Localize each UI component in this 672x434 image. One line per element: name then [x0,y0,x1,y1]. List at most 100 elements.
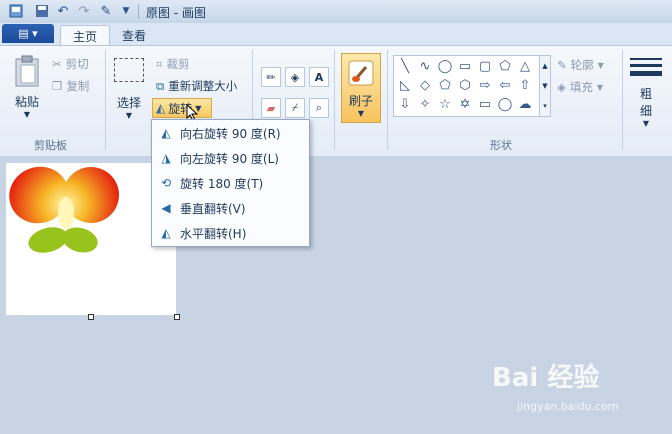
fill-label: 填充 [569,80,593,94]
line-shape-icon[interactable]: ╲ [396,57,414,75]
down-arrow-shape-icon[interactable]: ⇩ [396,95,414,113]
flip-vertical-item[interactable]: ◀ 垂直翻转(V) [152,196,309,220]
menu-item-label: 水平翻转(H) [180,226,247,241]
tab-view[interactable]: 查看 [110,25,158,45]
copy-icon: ❐ [52,79,63,93]
scroll-up-icon[interactable]: ▲ [542,62,547,70]
cloud-callout-icon[interactable]: ☁ [516,95,534,113]
eraser-icon[interactable]: ▰ [261,98,281,118]
oval-callout-icon[interactable]: ◯ [496,95,514,113]
shapes-group-label: 形状 [490,139,512,152]
menu-item-label: 垂直翻转(V) [180,201,246,216]
resize-handle-corner[interactable] [174,314,180,320]
quick-access-dropdown-icon[interactable]: ▼ [118,3,134,19]
select-button[interactable]: 选择 ▼ [112,58,146,120]
flip-horizontal-icon: ◭ [161,226,171,240]
resize-button[interactable]: ⧉ 重新调整大小 [156,78,237,94]
brush-button[interactable]: 刷子 ▼ [341,53,381,123]
up-arrow-shape-icon[interactable]: ⇧ [516,76,534,94]
undo-icon[interactable]: ↶ [55,3,71,19]
crop-icon: ⌗ [156,56,163,71]
right-triangle-shape-icon[interactable]: ◺ [396,76,414,94]
triangle-shape-icon[interactable]: △ [516,57,534,75]
rotate-left-icon: ◮ [161,151,171,165]
six-point-star-icon[interactable]: ✡ [456,95,474,113]
crop-label: 裁剪 [166,57,190,71]
crop-button[interactable]: ⌗ 裁剪 [156,56,189,72]
four-point-star-icon[interactable]: ✧ [416,95,434,113]
group-separator [387,50,388,150]
color-picker-icon[interactable]: ⌿ [285,98,305,118]
size-dropdown-icon: ▼ [642,119,650,128]
rotate-right-90-item[interactable]: ◭ 向右旋转 90 度(R) [152,121,309,145]
right-arrow-shape-icon[interactable]: ⇨ [476,76,494,94]
pencil-icon[interactable]: ✏ [261,67,281,87]
size-button[interactable]: 粗 细 ▼ [628,57,664,128]
save-icon[interactable] [34,3,50,19]
baidu-watermark: Bai 经验 [492,363,600,393]
rotate-icon: ◭ [156,101,166,115]
shapes-scrollbar[interactable]: ▲ ▼ ▾ [539,55,551,117]
polygon-shape-icon[interactable]: ⬠ [496,57,514,75]
scissors-icon: ✂ [52,57,62,71]
rotate-menu: ◭ 向右旋转 90 度(R) ◮ 向左旋转 90 度(L) ⟲ 旋转 180 度… [151,119,310,247]
group-separator [622,50,623,150]
brush-label: 刷子 [348,94,373,108]
magnifier-icon[interactable]: ⌕ [309,98,329,118]
baidu-watermark-url: jingyan.baidu.com [517,400,619,413]
gallery-expand-icon[interactable]: ▾ [543,102,547,110]
oval-shape-icon[interactable]: ◯ [436,57,454,75]
cut-button[interactable]: ✂ 剪切 [52,56,89,72]
title-divider [138,4,139,19]
five-point-star-icon[interactable]: ☆ [436,95,454,113]
resize-icon: ⧉ [156,78,165,93]
line-size-icon [630,58,662,76]
app-icon[interactable] [8,3,24,19]
flip-horizontal-item[interactable]: ◭ 水平翻转(H) [152,221,309,245]
cut-label: 剪切 [65,57,89,71]
rounded-rectangle-shape-icon[interactable]: ▢ [476,57,494,75]
copy-label: 复制 [66,79,90,93]
fill-button[interactable]: ◈ 填充 ▼ [557,79,603,95]
menu-item-label: 旋转 180 度(T) [180,176,264,191]
fill-dropdown-icon: ▼ [596,82,604,92]
tab-home[interactable]: 主页 [60,25,111,46]
paste-button[interactable]: 粘贴 ▼ [10,55,44,119]
window-title: 原图 - 画图 [146,6,206,20]
menu-item-label: 向右旋转 90 度(R) [180,126,281,141]
size-label-line2: 细 [639,104,652,118]
text-tool-icon[interactable]: A [309,67,329,87]
group-separator [105,50,106,150]
size-label-line1: 粗 [639,87,652,101]
copy-button[interactable]: ❐ 复制 [52,78,89,94]
paste-icon [15,55,39,87]
left-arrow-shape-icon[interactable]: ⇦ [496,76,514,94]
curve-shape-icon[interactable]: ∿ [416,57,434,75]
rectangle-shape-icon[interactable]: ▭ [456,57,474,75]
outline-label: 轮廓 [570,58,594,72]
select-dropdown-icon: ▼ [125,111,133,120]
file-menu-button[interactable]: ▤ ▾ [2,24,54,43]
shapes-gallery: ╲ ∿ ◯ ▭ ▢ ⬠ △ ◺ ◇ ⬠ ⬡ ⇨ ⇦ ⇧ ⇩ ✧ ☆ ✡ ▭ ◯ … [393,55,540,117]
outline-icon: ✎ [557,58,567,72]
group-separator [334,50,335,150]
customize-quick-access-icon[interactable]: ✎ [98,3,114,19]
rotate-180-item[interactable]: ⟲ 旋转 180 度(T) [152,171,309,195]
redo-icon[interactable]: ↷ [76,3,92,19]
hexagon-shape-icon[interactable]: ⬡ [456,76,474,94]
resize-label: 重新调整大小 [168,79,238,93]
diamond-shape-icon[interactable]: ◇ [416,76,434,94]
rotate-button[interactable]: ◭ 旋转 ▼ [152,98,212,118]
brush-icon [348,60,374,86]
rect-callout-icon[interactable]: ▭ [476,95,494,113]
rotate-left-90-item[interactable]: ◮ 向左旋转 90 度(L) [152,146,309,170]
brush-dropdown-icon: ▼ [357,109,365,118]
fill-bucket-icon[interactable]: ◈ [285,67,305,87]
outline-button[interactable]: ✎ 轮廓 ▼ [557,57,604,73]
pentagon-shape-icon[interactable]: ⬠ [436,76,454,94]
menu-item-label: 向左旋转 90 度(L) [180,151,279,166]
rotate-right-icon: ◭ [161,126,171,140]
paste-label: 粘贴 [14,95,39,109]
scroll-down-icon[interactable]: ▼ [542,82,547,90]
resize-handle-bottom[interactable] [88,314,94,320]
